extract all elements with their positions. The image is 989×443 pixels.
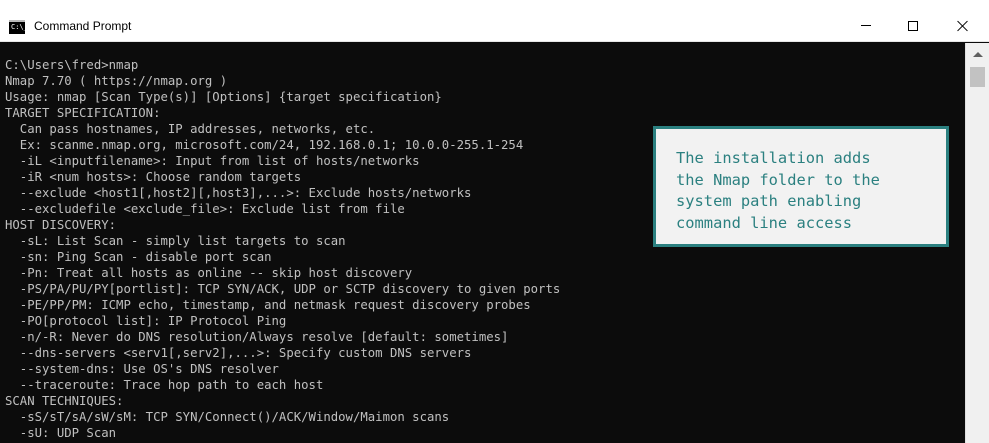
arrow-up-icon bbox=[972, 51, 983, 57]
close-icon bbox=[957, 20, 969, 32]
close-button[interactable] bbox=[936, 9, 989, 42]
callout-text: The installation adds the Nmap folder to… bbox=[676, 149, 880, 232]
console-line: --exclude <host1[,host2][,host3],...>: E… bbox=[5, 186, 472, 200]
minimize-icon bbox=[861, 25, 871, 26]
console-line: Ex: scanme.nmap.org, microsoft.com/24, 1… bbox=[5, 138, 524, 152]
console-line: --system-dns: Use OS's DNS resolver bbox=[5, 362, 279, 376]
console-line: --excludefile <exclude_file>: Exclude li… bbox=[5, 202, 405, 216]
cmd-icon[interactable]: C:\_ bbox=[9, 20, 28, 34]
console-line: C:\Users\fred>nmap bbox=[5, 58, 139, 72]
console-line: Usage: nmap [Scan Type(s)] [Options] {ta… bbox=[5, 90, 442, 104]
console-line: -sn: Ping Scan - disable port scan bbox=[5, 250, 272, 264]
maximize-button[interactable] bbox=[890, 9, 936, 42]
console-line: -PO[protocol list]: IP Protocol Ping bbox=[5, 314, 287, 328]
vertical-scrollbar[interactable] bbox=[965, 43, 989, 443]
console-line: -sS/sT/sA/sW/sM: TCP SYN/Connect()/ACK/W… bbox=[5, 410, 450, 424]
console-line: Can pass hostnames, IP addresses, networ… bbox=[5, 122, 376, 136]
minimize-button[interactable] bbox=[843, 9, 889, 42]
scroll-up-button[interactable] bbox=[966, 43, 989, 65]
window-title: Command Prompt bbox=[34, 19, 132, 33]
console-line: SCAN TECHNIQUES: bbox=[5, 394, 124, 408]
cmd-icon-glyph: C:\_ bbox=[11, 23, 28, 31]
console-line: HOST DISCOVERY: bbox=[5, 218, 117, 232]
console-line: -Pn: Treat all hosts as online -- skip h… bbox=[5, 266, 413, 280]
console-line: --traceroute: Trace hop path to each hos… bbox=[5, 378, 324, 392]
scroll-thumb[interactable] bbox=[970, 67, 985, 87]
command-prompt-window: C:\_ Command Prompt C:\Users\fred>nmap Nm… bbox=[0, 0, 989, 443]
console-line: TARGET SPECIFICATION: bbox=[5, 106, 161, 120]
console-line: -PE/PP/PM: ICMP echo, timestamp, and net… bbox=[5, 298, 531, 312]
annotation-callout: The installation adds the Nmap folder to… bbox=[653, 126, 949, 247]
console-line: --dns-servers <serv1[,serv2],...>: Speci… bbox=[5, 346, 472, 360]
maximize-icon bbox=[908, 20, 918, 31]
console-line: -n/-R: Never do DNS resolution/Always re… bbox=[5, 330, 509, 344]
console-line: -iR <num hosts>: Choose random targets bbox=[5, 170, 302, 184]
console-line: -sL: List Scan - simply list targets to … bbox=[5, 234, 346, 248]
console-line: -PS/PA/PU/PY[portlist]: TCP SYN/ACK, UDP… bbox=[5, 282, 561, 296]
title-bar[interactable]: C:\_ Command Prompt bbox=[0, 0, 989, 42]
console-line: -iL <inputfilename>: Input from list of … bbox=[5, 154, 420, 168]
console-line: -sU: UDP Scan bbox=[5, 426, 117, 440]
console-line: Nmap 7.70 ( https://nmap.org ) bbox=[5, 74, 228, 88]
